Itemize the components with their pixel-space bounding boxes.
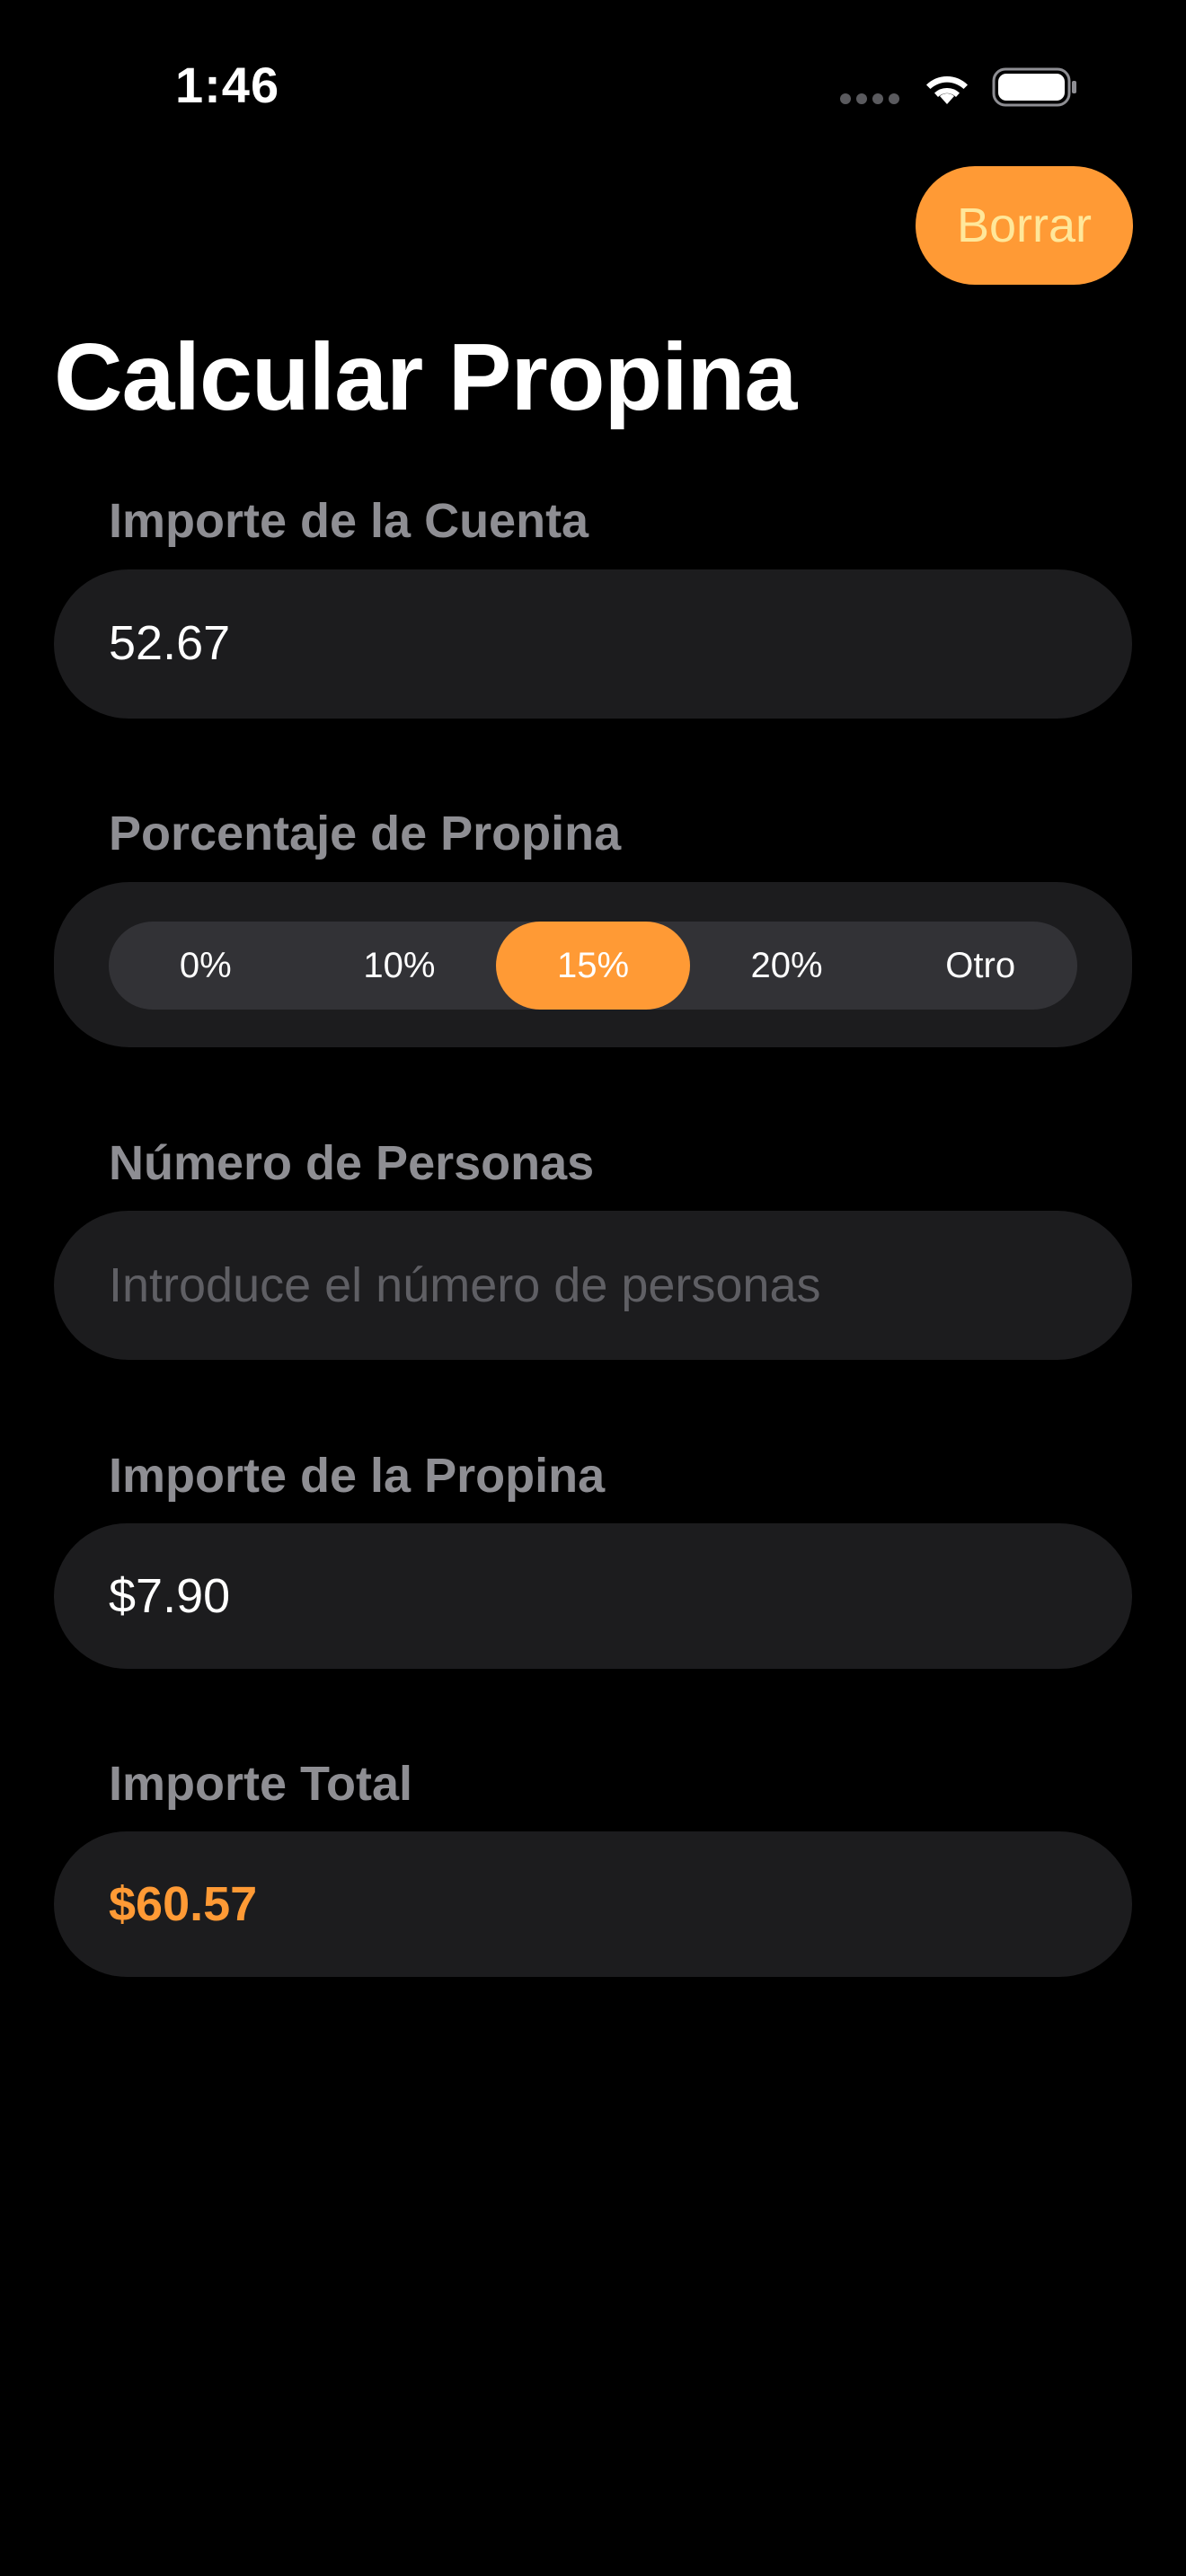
clear-button[interactable]: Borrar [916,166,1133,285]
battery-icon [992,67,1076,107]
bill-amount-label: Importe de la Cuenta [109,494,589,548]
tip-percentage-segmented-control[interactable]: 0% 10% 15% 20% Otro [109,922,1077,1010]
tip-option-20[interactable]: 20% [690,922,884,1010]
tip-option-0[interactable]: 0% [109,922,303,1010]
status-time: 1:46 [175,57,280,113]
people-count-label: Número de Personas [109,1136,595,1190]
tip-amount-value: $7.90 [109,1569,231,1623]
people-count-input[interactable] [54,1211,1132,1360]
tip-percentage-label: Porcentaje de Propina [109,807,622,860]
tip-amount-label: Importe de la Propina [109,1449,606,1503]
status-bar: 1:46 [0,0,1186,171]
tip-option-10[interactable]: 10% [303,922,497,1010]
page-title: Calcular Propina [54,324,797,430]
bill-amount-value[interactable]: 52.67 [109,614,230,672]
tip-option-other[interactable]: Otro [883,922,1077,1010]
tip-option-15[interactable]: 15% [496,922,690,1010]
total-amount-label: Importe Total [109,1757,413,1811]
wifi-icon [926,76,968,104]
total-amount-value: $60.57 [109,1877,258,1931]
cellular-signal-icon [840,93,899,104]
